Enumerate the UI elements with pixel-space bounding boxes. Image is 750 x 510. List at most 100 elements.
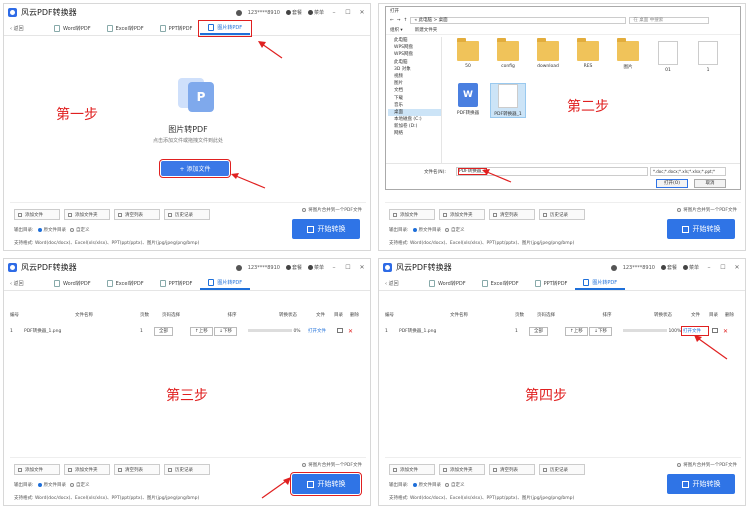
option-source-dir[interactable]: 原文件目录	[419, 228, 442, 233]
add-folder-button[interactable]: 添加文件夹	[64, 464, 110, 475]
new-folder-button[interactable]: 新建文件夹	[415, 27, 438, 33]
vip-button[interactable]: 套餐	[285, 9, 302, 16]
tab-image-to-pdf[interactable]: 图片转PDF	[575, 277, 626, 290]
tab-excel-to-pdf[interactable]: Excel转PDF	[99, 22, 152, 35]
start-convert-button[interactable]: 开始转换	[667, 474, 735, 494]
add-file-tool-button[interactable]: 添加文件	[389, 464, 435, 475]
clear-list-button[interactable]: 清空列表	[114, 464, 160, 475]
radio-custom-dir[interactable]	[445, 482, 450, 487]
merge-checkbox[interactable]	[677, 462, 682, 467]
move-up-button[interactable]: ↑上移	[190, 327, 213, 336]
user-icon[interactable]	[235, 264, 242, 271]
tree-item[interactable]: 网络	[388, 130, 441, 137]
start-convert-button[interactable]: 开始转换	[290, 472, 362, 496]
close-icon[interactable]: ✕	[358, 264, 366, 271]
file-item[interactable]: config	[490, 38, 526, 69]
folder-icon[interactable]	[337, 327, 343, 333]
back-button[interactable]: ‹ 返回	[10, 280, 46, 287]
user-id[interactable]: 123****8910	[248, 10, 280, 16]
tree-item[interactable]: 音乐	[388, 102, 441, 109]
back-button[interactable]: ‹ 返回	[10, 25, 46, 32]
maximize-icon[interactable]: ☐	[344, 264, 352, 271]
tab-word-to-pdf[interactable]: Word转PDF	[421, 277, 474, 290]
option-source-dir[interactable]: 原文件目录	[44, 483, 67, 488]
tree-item[interactable]: WPS网盘	[388, 51, 441, 58]
nav-up-icon[interactable]: ↑	[404, 18, 408, 23]
back-button[interactable]: ‹ 返回	[385, 280, 421, 287]
radio-source-dir[interactable]	[412, 227, 417, 232]
tree-item[interactable]: 新加卷 (D:)	[388, 123, 441, 130]
move-up-button[interactable]: ↑上移	[565, 327, 588, 336]
tree-item[interactable]: 图片	[388, 80, 441, 87]
tab-image-to-pdf[interactable]: 图片转PDF	[198, 19, 253, 37]
tree-item[interactable]: 文档	[388, 87, 441, 94]
vip-button[interactable]: 套餐	[285, 264, 302, 271]
move-down-button[interactable]: ↓下移	[589, 327, 612, 336]
file-item-selected[interactable]: PDF转换器_1	[490, 83, 526, 118]
open-file-link[interactable]: 打开文件	[308, 328, 332, 334]
history-button[interactable]: 历史记录	[539, 464, 585, 475]
file-item[interactable]: download	[530, 38, 566, 69]
clear-list-button[interactable]: 清空列表	[489, 464, 535, 475]
add-file-tool-button[interactable]: 添加文件	[14, 209, 60, 220]
close-icon[interactable]: ✕	[358, 9, 366, 16]
add-folder-button[interactable]: 添加文件夹	[439, 209, 485, 220]
merge-checkbox[interactable]	[302, 207, 307, 212]
file-item[interactable]: W PDF转换器	[450, 83, 486, 116]
tab-word-to-pdf[interactable]: Word转PDF	[46, 277, 99, 290]
tab-excel-to-pdf[interactable]: Excel转PDF	[99, 277, 152, 290]
tree-item-desktop[interactable]: 桌面	[388, 108, 441, 117]
merge-option[interactable]: 将图片合并到一个PDF文件	[677, 207, 737, 213]
add-file-tool-button[interactable]: 添加文件	[14, 464, 60, 475]
radio-source-dir[interactable]	[37, 482, 42, 487]
file-item[interactable]: 01	[650, 41, 686, 73]
radio-custom-dir[interactable]	[70, 482, 75, 487]
page-select[interactable]: 全部	[154, 327, 173, 336]
user-id[interactable]: 123****8910	[623, 265, 655, 271]
menu-button[interactable]: 菜单	[682, 264, 699, 271]
minimize-icon[interactable]: –	[330, 264, 338, 271]
menu-button[interactable]: 菜单	[307, 9, 324, 16]
tree-item[interactable]: 视频	[388, 73, 441, 80]
open-button[interactable]: 打开(O)	[656, 179, 688, 188]
tab-ppt-to-pdf[interactable]: PPT转PDF	[527, 277, 576, 290]
folder-icon[interactable]	[712, 327, 718, 333]
tab-excel-to-pdf[interactable]: Excel转PDF	[474, 277, 527, 290]
tab-ppt-to-pdf[interactable]: PPT转PDF	[152, 22, 201, 35]
move-down-button[interactable]: ↓下移	[214, 327, 237, 336]
user-icon[interactable]	[610, 264, 617, 271]
clear-list-button[interactable]: 清空列表	[489, 209, 535, 220]
close-icon[interactable]: ✕	[733, 264, 741, 271]
merge-option[interactable]: 将图片合并到一个PDF文件	[302, 207, 362, 213]
minimize-icon[interactable]: –	[330, 9, 338, 16]
start-convert-button[interactable]: 开始转换	[292, 219, 360, 239]
cancel-button[interactable]: 取消	[694, 179, 726, 188]
radio-source-dir[interactable]	[412, 482, 417, 487]
tab-image-to-pdf[interactable]: 图片转PDF	[200, 277, 251, 290]
nav-back-icon[interactable]: ←	[390, 18, 394, 23]
file-item[interactable]: 50	[450, 38, 486, 69]
option-custom-dir[interactable]: 自定义	[451, 228, 465, 233]
address-input[interactable]: « 此电脑 > 桌面	[410, 17, 627, 24]
option-source-dir[interactable]: 原文件目录	[419, 483, 442, 488]
merge-option[interactable]: 将图片合并到一个PDF文件	[677, 462, 737, 468]
radio-custom-dir[interactable]	[70, 227, 75, 232]
menu-button[interactable]: 菜单	[307, 264, 324, 271]
tree-item[interactable]: 下载	[388, 95, 441, 102]
file-item[interactable]: RES	[570, 38, 606, 69]
history-button[interactable]: 历史记录	[164, 209, 210, 220]
radio-custom-dir[interactable]	[445, 227, 450, 232]
user-id[interactable]: 123****8910	[248, 265, 280, 271]
file-item[interactable]: 1	[690, 41, 726, 73]
option-source-dir[interactable]: 原文件目录	[44, 228, 67, 233]
delete-icon[interactable]: ✕	[348, 328, 360, 335]
page-select[interactable]: 全部	[529, 327, 548, 336]
vip-button[interactable]: 套餐	[660, 264, 677, 271]
merge-option[interactable]: 将图片合并到一个PDF文件	[302, 462, 362, 468]
merge-checkbox[interactable]	[677, 207, 682, 212]
open-file-link[interactable]: 打开文件	[681, 326, 709, 336]
tree-item[interactable]: 本地磁盘 (C:)	[388, 116, 441, 123]
add-file-button[interactable]: + 添加文件	[159, 159, 231, 178]
user-icon[interactable]	[235, 9, 242, 16]
maximize-icon[interactable]: ☐	[719, 264, 727, 271]
